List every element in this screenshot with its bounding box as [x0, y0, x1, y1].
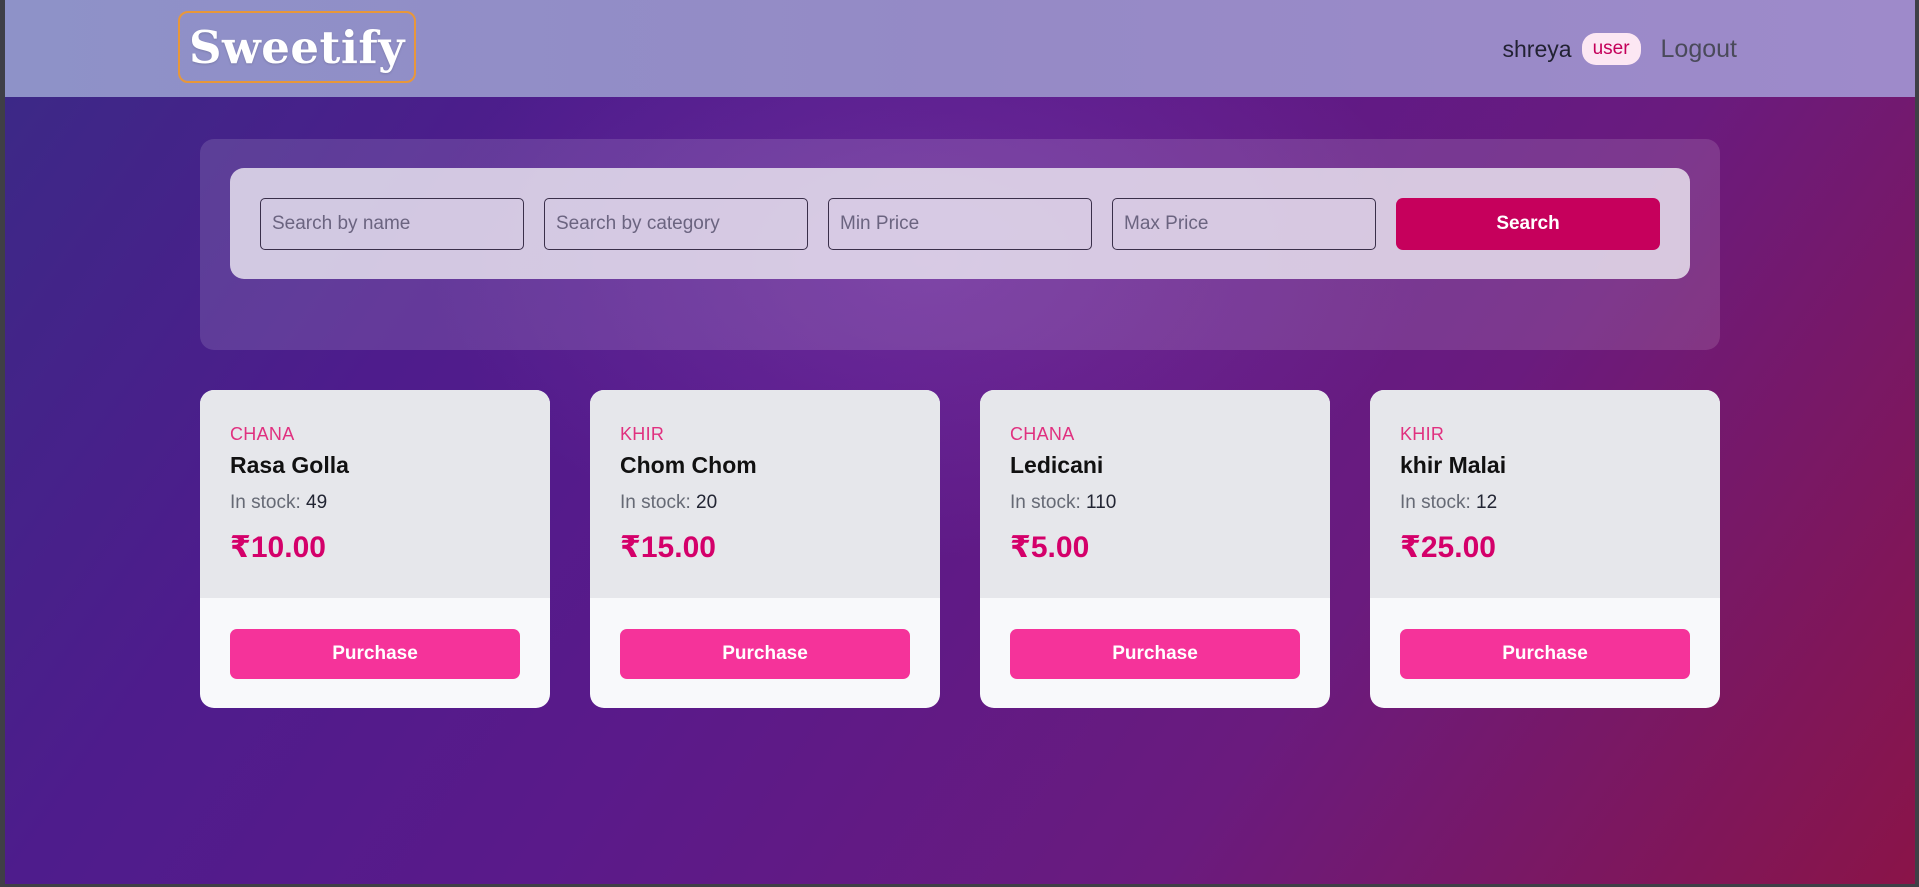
product-name: Chom Chom	[620, 452, 757, 478]
logout-link[interactable]: Logout	[1661, 35, 1737, 64]
max-price-input[interactable]	[1112, 198, 1376, 250]
stock-value: 49	[306, 492, 328, 513]
purchase-button[interactable]: Purchase	[620, 629, 910, 679]
product-name: Ledicani	[1010, 452, 1104, 478]
product-name: khir Malai	[1400, 452, 1507, 478]
product-stock: In stock: 20	[620, 492, 717, 514]
app-window: Sweetify shreya user Logout Search CHANA…	[5, 0, 1915, 884]
search-button[interactable]: Search	[1396, 198, 1660, 250]
product-category: KHIR	[1400, 424, 1445, 444]
stock-value: 110	[1086, 492, 1117, 513]
top-navbar: Sweetify shreya user Logout	[5, 0, 1915, 97]
product-name: Rasa Golla	[230, 452, 349, 478]
product-card: CHANA Rasa Golla In stock: 49 ₹10.00 Pur…	[200, 390, 550, 708]
product-card-body: CHANA Ledicani In stock: 110 ₹5.00	[980, 390, 1330, 598]
product-card-body: KHIR khir Malai In stock: 12 ₹25.00	[1370, 390, 1720, 598]
purchase-button[interactable]: Purchase	[1010, 629, 1300, 679]
product-price: ₹10.00	[230, 531, 326, 564]
product-price: ₹25.00	[1400, 531, 1496, 564]
stock-label: In stock:	[620, 492, 691, 513]
app-logo[interactable]: Sweetify	[178, 11, 416, 83]
product-card: KHIR Chom Chom In stock: 20 ₹15.00 Purch…	[590, 390, 940, 708]
username: shreya	[1502, 35, 1572, 62]
stock-value: 12	[1476, 492, 1498, 513]
stock-label: In stock:	[1010, 492, 1081, 513]
product-price: ₹5.00	[1010, 531, 1090, 564]
product-stock: In stock: 110	[1010, 492, 1116, 514]
product-category: CHANA	[1010, 424, 1075, 444]
stock-label: In stock:	[230, 492, 301, 513]
user-area: shreya user Logout	[1503, 30, 1737, 68]
search-panel: Search	[200, 139, 1720, 350]
product-card: KHIR khir Malai In stock: 12 ₹25.00 Purc…	[1370, 390, 1720, 708]
stock-label: In stock:	[1400, 492, 1471, 513]
min-price-input[interactable]	[828, 198, 1092, 250]
purchase-button[interactable]: Purchase	[1400, 629, 1690, 679]
product-category: KHIR	[620, 424, 665, 444]
product-stock: In stock: 12	[1400, 492, 1497, 514]
search-category-input[interactable]	[544, 198, 808, 250]
purchase-button[interactable]: Purchase	[230, 629, 520, 679]
search-name-input[interactable]	[260, 198, 524, 250]
product-price: ₹15.00	[620, 531, 716, 564]
product-card: CHANA Ledicani In stock: 110 ₹5.00 Purch…	[980, 390, 1330, 708]
role-badge: user	[1581, 33, 1641, 65]
product-card-body: CHANA Rasa Golla In stock: 49 ₹10.00	[200, 390, 550, 598]
stock-value: 20	[696, 492, 718, 513]
product-card-body: KHIR Chom Chom In stock: 20 ₹15.00	[590, 390, 940, 598]
product-stock: In stock: 49	[230, 492, 327, 514]
search-form: Search	[230, 168, 1690, 279]
product-category: CHANA	[230, 424, 295, 444]
